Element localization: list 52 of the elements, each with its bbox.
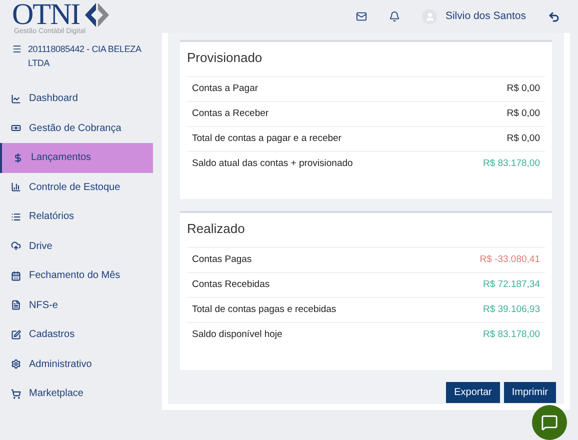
chat-icon bbox=[541, 414, 558, 431]
row-label: Total de contas a pagar e a receber bbox=[192, 132, 342, 146]
sidebar-item[interactable]: Marketplace bbox=[0, 379, 153, 408]
edit-icon bbox=[11, 330, 21, 340]
cart-icon bbox=[11, 388, 21, 399]
banknote-icon bbox=[11, 123, 21, 134]
sidebar-item[interactable]: Fechamento do Mês bbox=[0, 261, 153, 290]
sidebar-item[interactable]: Gestão de Cobrança bbox=[0, 114, 153, 143]
sidebar-item[interactable]: NFS-e bbox=[0, 290, 153, 320]
sidebar-item[interactable]: Dashboard bbox=[0, 84, 153, 114]
row-value: R$ -33.080,41 bbox=[480, 252, 540, 267]
row-label: Total de contas pagas e recebidas bbox=[192, 302, 336, 317]
logo-text: OTNI bbox=[12, 2, 80, 28]
company-name: 201118085442 - CIA BELEZA LTDA bbox=[28, 43, 141, 70]
mail-icon[interactable] bbox=[356, 11, 368, 22]
action-button[interactable]: Exportar bbox=[446, 382, 500, 403]
row-value: R$ 0,00 bbox=[506, 132, 540, 146]
sidebar-item[interactable]: Cadastros bbox=[0, 320, 153, 350]
chat-button[interactable] bbox=[532, 405, 567, 440]
row-label: Contas a Receber bbox=[192, 106, 269, 121]
bell-icon[interactable] bbox=[389, 11, 400, 22]
calendar-icon bbox=[11, 270, 21, 281]
row-value: R$ 83.178,00 bbox=[482, 157, 540, 172]
card-title: Provisionado bbox=[187, 49, 264, 67]
dollar-icon bbox=[13, 152, 23, 163]
settings-icon bbox=[11, 359, 21, 370]
avatar bbox=[422, 9, 438, 24]
user-name[interactable]: Silvio dos Santos bbox=[445, 8, 526, 24]
list-icon bbox=[11, 212, 21, 222]
document-icon bbox=[11, 300, 21, 310]
sidebar-item[interactable]: Lançamentos bbox=[0, 143, 153, 172]
row-value: R$ 39.106,93 bbox=[482, 302, 540, 317]
row-value: R$ 0,00 bbox=[506, 106, 540, 121]
sidebar-item[interactable]: Drive bbox=[0, 232, 153, 261]
row-label: Contas a Pagar bbox=[192, 82, 258, 96]
row-value: R$ 72.187,34 bbox=[482, 278, 540, 292]
sidebar-item[interactable]: Controle de Estoque bbox=[0, 172, 153, 202]
card-title: Realizado bbox=[187, 220, 246, 238]
row-label: Contas Recebidas bbox=[192, 278, 270, 292]
sidebar-item[interactable]: Relatórios bbox=[0, 202, 153, 232]
row-value: R$ 0,00 bbox=[506, 82, 540, 96]
row-value: R$ 83.178,00 bbox=[482, 328, 540, 342]
menu-icon[interactable] bbox=[12, 44, 22, 54]
back-icon[interactable] bbox=[548, 10, 560, 22]
row-label: Saldo atual das contas + provisionado bbox=[192, 157, 353, 172]
bar-chart-icon bbox=[11, 182, 21, 192]
row-label: Contas Pagas bbox=[192, 252, 252, 267]
action-button[interactable]: Imprimir bbox=[504, 382, 556, 403]
cloud-icon bbox=[11, 241, 21, 252]
sidebar-item[interactable]: Administrativo bbox=[0, 350, 153, 379]
chart-icon bbox=[11, 94, 21, 104]
row-label: Saldo disponível hoje bbox=[192, 328, 282, 342]
